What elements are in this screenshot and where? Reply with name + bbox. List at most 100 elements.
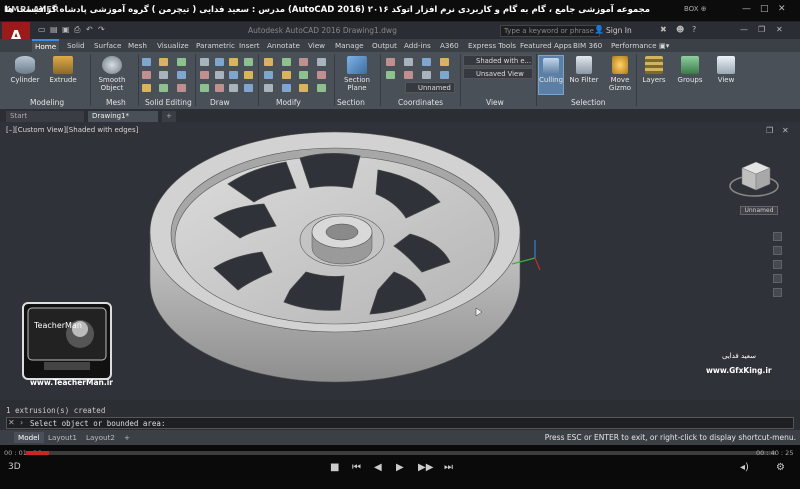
ribbon-tool-icon[interactable]: [316, 58, 326, 66]
ucs-dropdown[interactable]: Unnamed: [405, 82, 455, 93]
visual-style-dropdown[interactable]: Shaded with e...: [463, 55, 533, 66]
tab-visualize[interactable]: Visualize: [154, 39, 192, 52]
new-file-icon[interactable]: ▭: [38, 25, 46, 34]
layout-tab-layout2[interactable]: Layout2: [82, 432, 119, 443]
user-icon[interactable]: 👤: [594, 25, 604, 34]
section-plane-button[interactable]: Section Plane: [338, 56, 376, 92]
exchange-icon[interactable]: ✖: [660, 25, 667, 34]
layout-tab-layout1[interactable]: Layout1: [44, 432, 81, 443]
file-tab-start[interactable]: Start: [6, 111, 84, 122]
ribbon-tool-icon[interactable]: [214, 71, 224, 79]
layout-tab-model[interactable]: Model: [14, 432, 44, 443]
layers-button[interactable]: Layers: [640, 56, 668, 84]
acad-restore-icon[interactable]: ❐: [758, 25, 765, 34]
ribbon-tool-icon[interactable]: [386, 71, 395, 79]
tab-bim-360[interactable]: BIM 360: [570, 39, 605, 52]
view-button[interactable]: View: [712, 56, 740, 84]
ribbon-tool-icon[interactable]: [229, 58, 238, 66]
nav-bar-wheel-icon[interactable]: [773, 232, 782, 241]
stop-icon[interactable]: ■: [330, 462, 339, 473]
ribbon-tool-icon[interactable]: [281, 84, 291, 92]
tab-solid[interactable]: Solid: [64, 39, 88, 52]
no-filter-button[interactable]: No Filter: [568, 56, 600, 84]
previous-icon[interactable]: ⏮: [352, 462, 361, 473]
ribbon-tool-icon[interactable]: [440, 58, 449, 66]
ribbon-tool-icon[interactable]: [264, 84, 273, 92]
tab-view[interactable]: View: [305, 39, 328, 52]
save-icon[interactable]: ▣: [62, 25, 70, 34]
ribbon-tool-icon[interactable]: [299, 71, 308, 79]
ribbon-tool-icon[interactable]: [176, 71, 186, 79]
sign-in-button[interactable]: Sign In: [606, 26, 632, 35]
move-gizmo-button[interactable]: Move Gizmo: [604, 56, 636, 92]
maximize-icon[interactable]: □: [760, 4, 769, 14]
ribbon-tool-icon[interactable]: [422, 58, 431, 66]
ribbon-toggle-icon[interactable]: ▣▾: [656, 39, 672, 52]
ribbon-tool-icon[interactable]: [316, 84, 326, 92]
redo-icon[interactable]: ↷: [98, 25, 105, 34]
groups-button[interactable]: Groups: [676, 56, 704, 84]
ribbon-tool-icon[interactable]: [264, 58, 273, 66]
minimize-icon[interactable]: —: [742, 4, 751, 14]
ribbon-tool-icon[interactable]: [159, 84, 169, 92]
rewind-icon[interactable]: ◀: [374, 462, 382, 473]
ribbon-tool-icon[interactable]: [243, 58, 253, 66]
ribbon-tool-icon[interactable]: [214, 84, 224, 92]
ribbon-tool-icon[interactable]: [142, 58, 151, 66]
tab-surface[interactable]: Surface: [91, 39, 124, 52]
viewcube[interactable]: [726, 152, 782, 204]
tab-annotate[interactable]: Annotate: [264, 39, 303, 52]
open-file-icon[interactable]: ▤: [50, 25, 58, 34]
acad-close-icon[interactable]: ✕: [776, 25, 783, 34]
tab-home[interactable]: Home: [32, 39, 60, 52]
tab-parametric[interactable]: Parametric: [193, 39, 238, 52]
panel-mesh[interactable]: Mesh: [106, 98, 126, 107]
new-layout-button[interactable]: +: [120, 432, 134, 443]
help-icon[interactable]: ?: [692, 25, 696, 34]
nav-bar-orbit-icon[interactable]: [773, 274, 782, 283]
nav-bar-pan-icon[interactable]: [773, 246, 782, 255]
ribbon-tool-icon[interactable]: [176, 58, 186, 66]
next-icon[interactable]: ⏭: [444, 462, 453, 473]
panel-modeling[interactable]: Modeling: [30, 98, 64, 107]
nav-bar-zoom-icon[interactable]: [773, 260, 782, 269]
command-wrench-icon[interactable]: ✕: [8, 418, 15, 427]
tab-performance[interactable]: Performance: [608, 39, 660, 52]
ribbon-tool-icon[interactable]: [200, 58, 209, 66]
tab-manage[interactable]: Manage: [332, 39, 367, 52]
ucs-menu[interactable]: Unnamed: [740, 206, 778, 215]
tab-featured-apps[interactable]: Featured Apps: [517, 39, 575, 52]
nav-bar-showmotion-icon[interactable]: [773, 288, 782, 297]
ribbon-tool-icon[interactable]: [200, 71, 209, 79]
panel-coordinates[interactable]: Coordinates: [398, 98, 443, 107]
volume-icon[interactable]: ◂): [740, 462, 749, 473]
forward-icon[interactable]: ▶▶: [418, 462, 433, 473]
3d-icon[interactable]: 3D: [8, 462, 21, 472]
ribbon-tool-icon[interactable]: [422, 71, 431, 79]
tab-insert[interactable]: Insert: [236, 39, 263, 52]
smooth-object-button[interactable]: Smooth Object: [94, 56, 130, 92]
tab-add-ins[interactable]: Add-ins: [401, 39, 434, 52]
search-input[interactable]: Type a keyword or phrase: [500, 25, 600, 37]
new-tab-button[interactable]: +: [162, 111, 176, 122]
ribbon-tool-icon[interactable]: [299, 84, 308, 92]
tab-express-tools[interactable]: Express Tools: [465, 39, 519, 52]
acad-minimize-icon[interactable]: —: [740, 25, 748, 34]
tab-a360[interactable]: A360: [437, 39, 462, 52]
panel-modify[interactable]: Modify: [276, 98, 301, 107]
view-preset-dropdown[interactable]: Unsaved View: [463, 68, 533, 79]
play-icon[interactable]: ▶: [396, 462, 404, 473]
ribbon-tool-icon[interactable]: [264, 71, 273, 79]
drawing-viewport[interactable]: [–][Custom View][Shaded with edges] ❐ ✕: [0, 122, 800, 400]
print-icon[interactable]: ⎙: [74, 25, 80, 35]
ribbon-tool-icon[interactable]: [316, 71, 326, 79]
undo-icon[interactable]: ↶: [86, 25, 93, 34]
ribbon-tool-icon[interactable]: [159, 58, 169, 66]
ribbon-tool-icon[interactable]: [404, 58, 413, 66]
tab-output[interactable]: Output: [369, 39, 400, 52]
ribbon-tool-icon[interactable]: [229, 71, 238, 79]
ribbon-tool-icon[interactable]: [142, 84, 151, 92]
cylinder-button[interactable]: Cylinder: [8, 56, 42, 84]
ribbon-tool-icon[interactable]: [200, 84, 209, 92]
culling-button[interactable]: Culling: [538, 55, 564, 95]
